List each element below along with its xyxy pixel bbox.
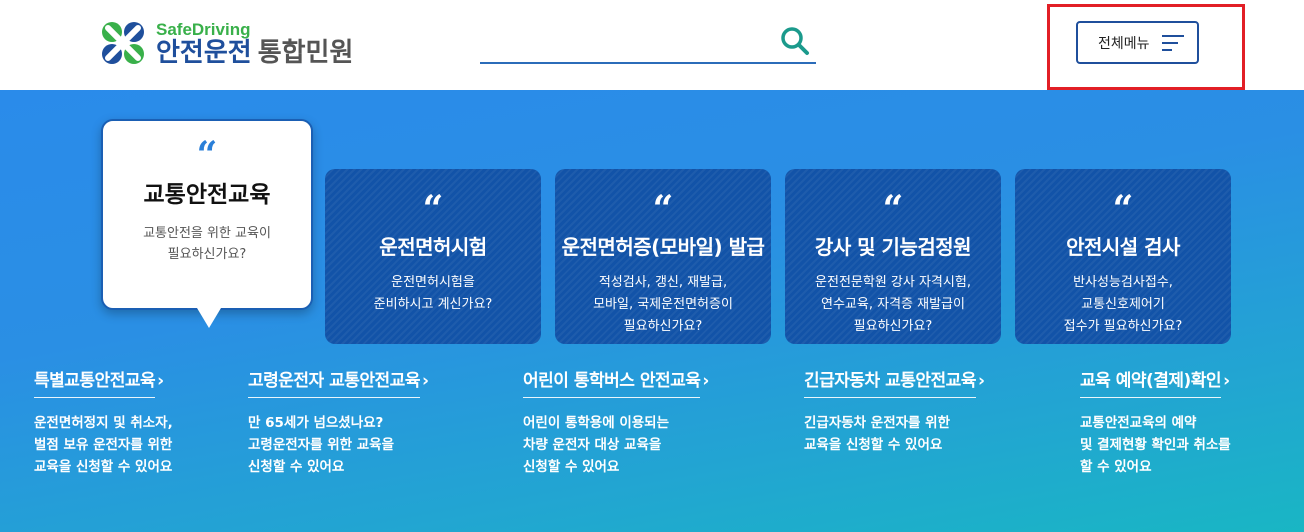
full-menu-button[interactable]: 전체메뉴 [1076, 21, 1199, 64]
search-input[interactable] [480, 26, 770, 58]
search-bar [480, 22, 816, 64]
link-title: 특별교통안전교육 [34, 366, 156, 398]
card-description: 운전전문학원 강사 자격시험, 연수교육, 자격증 재발급이 필요하신가요? [815, 275, 971, 334]
clover-logo-icon [102, 22, 144, 64]
card-driver-license-test[interactable]: “ 운전면허시험 운전면허시험을 준비하시고 계신가요? [325, 169, 541, 344]
link-education-reservation-check[interactable]: 교육 예약(결제)확인 › 교통안전교육의 예약 및 결제현황 확인과 취소를 할… [1080, 366, 1231, 478]
chevron-right-icon: › [702, 371, 710, 391]
card-description: 반사성능검사접수, 교통신호제어기 접수가 필요하신가요? [1063, 275, 1183, 334]
logo-korean-main: 안전운전 [156, 37, 252, 68]
chevron-right-icon: › [157, 371, 165, 391]
link-description: 어린이 통학용에 이용되는 차량 운전자 대상 교육을 신청할 수 있어요 [523, 415, 670, 475]
link-title: 교육 예약(결제)확인 [1080, 366, 1222, 398]
site-header: SafeDriving 안전운전 통합민원 전체메뉴 [0, 0, 1304, 90]
full-menu-label: 전체메뉴 [1098, 35, 1150, 52]
site-logo[interactable]: SafeDriving 안전운전 통합민원 [98, 20, 353, 66]
card-title: 강사 및 기능검정원 [814, 235, 972, 259]
link-special-safety-education[interactable]: 특별교통안전교육 › 운전면허정지 및 취소자, 벌점 보유 운전자를 위한 교육… [34, 366, 173, 478]
card-instructor-examiner[interactable]: “ 강사 및 기능검정원 운전전문학원 강사 자격시험, 연수교육, 자격증 재… [785, 169, 1001, 344]
hamburger-icon [1161, 34, 1184, 52]
link-elderly-driver-education[interactable]: 고령운전자 교통안전교육 › 만 65세가 넘으셨나요? 고령운전자를 위한 교육… [248, 366, 429, 478]
card-title: 안전시설 검사 [1066, 235, 1180, 259]
link-title: 긴급자동차 교통안전교육 [804, 366, 976, 398]
logo-korean-sub: 통합민원 [257, 37, 354, 68]
quote-icon: “ [1112, 188, 1134, 230]
logo-english: SafeDriving [156, 19, 251, 39]
link-description: 만 65세가 넘으셨나요? 고령운전자를 위한 교육을 신청할 수 있어요 [248, 415, 395, 475]
link-title: 고령운전자 교통안전교육 [248, 366, 420, 398]
card-title: 운전면허시험 [379, 235, 487, 259]
search-icon[interactable] [780, 26, 810, 56]
card-title: 교통안전교육 [143, 182, 271, 208]
card-license-issuance[interactable]: “ 운전면허증(모바일) 발급 적성검사, 갱신, 재발급, 모바일, 국제운전… [555, 169, 771, 344]
quote-icon: “ [652, 188, 674, 230]
link-description: 운전면허정지 및 취소자, 벌점 보유 운전자를 위한 교육을 신청할 수 있어… [34, 415, 173, 475]
quote-icon: “ [422, 188, 444, 230]
quote-icon: “ [882, 188, 904, 230]
link-description: 긴급자동차 운전자를 위한 교육을 신청할 수 있어요 [804, 415, 951, 453]
link-school-bus-education[interactable]: 어린이 통학버스 안전교육 › 어린이 통학용에 이용되는 차량 운전자 대상 교… [523, 366, 709, 478]
link-title: 어린이 통학버스 안전교육 [523, 366, 701, 398]
card-description: 적성검사, 갱신, 재발급, 모바일, 국제운전면허증이 필요하신가요? [593, 275, 733, 334]
chevron-right-icon: › [977, 371, 985, 391]
card-description: 교통안전을 위한 교육이 필요하신가요? [143, 226, 271, 262]
logo-korean: 안전운전 통합민원 [156, 40, 353, 66]
link-emergency-vehicle-education[interactable]: 긴급자동차 교통안전교육 › 긴급자동차 운전자를 위한 교육을 신청할 수 있어… [804, 366, 985, 456]
logo-text: SafeDriving 안전운전 통합민원 [156, 21, 353, 66]
quote-icon: “ [196, 134, 218, 176]
card-title: 운전면허증(모바일) 발급 [561, 235, 765, 259]
card-safety-facility-inspection[interactable]: “ 안전시설 검사 반사성능검사접수, 교통신호제어기 접수가 필요하신가요? [1015, 169, 1231, 344]
chevron-right-icon: › [421, 371, 429, 391]
card-traffic-safety-education[interactable]: “ 교통안전교육 교통안전을 위한 교육이 필요하신가요? [101, 119, 313, 328]
chevron-right-icon: › [1223, 371, 1231, 391]
link-description: 교통안전교육의 예약 및 결제현황 확인과 취소를 할 수 있어요 [1080, 415, 1231, 475]
card-description: 운전면허시험을 준비하시고 계신가요? [373, 275, 493, 312]
